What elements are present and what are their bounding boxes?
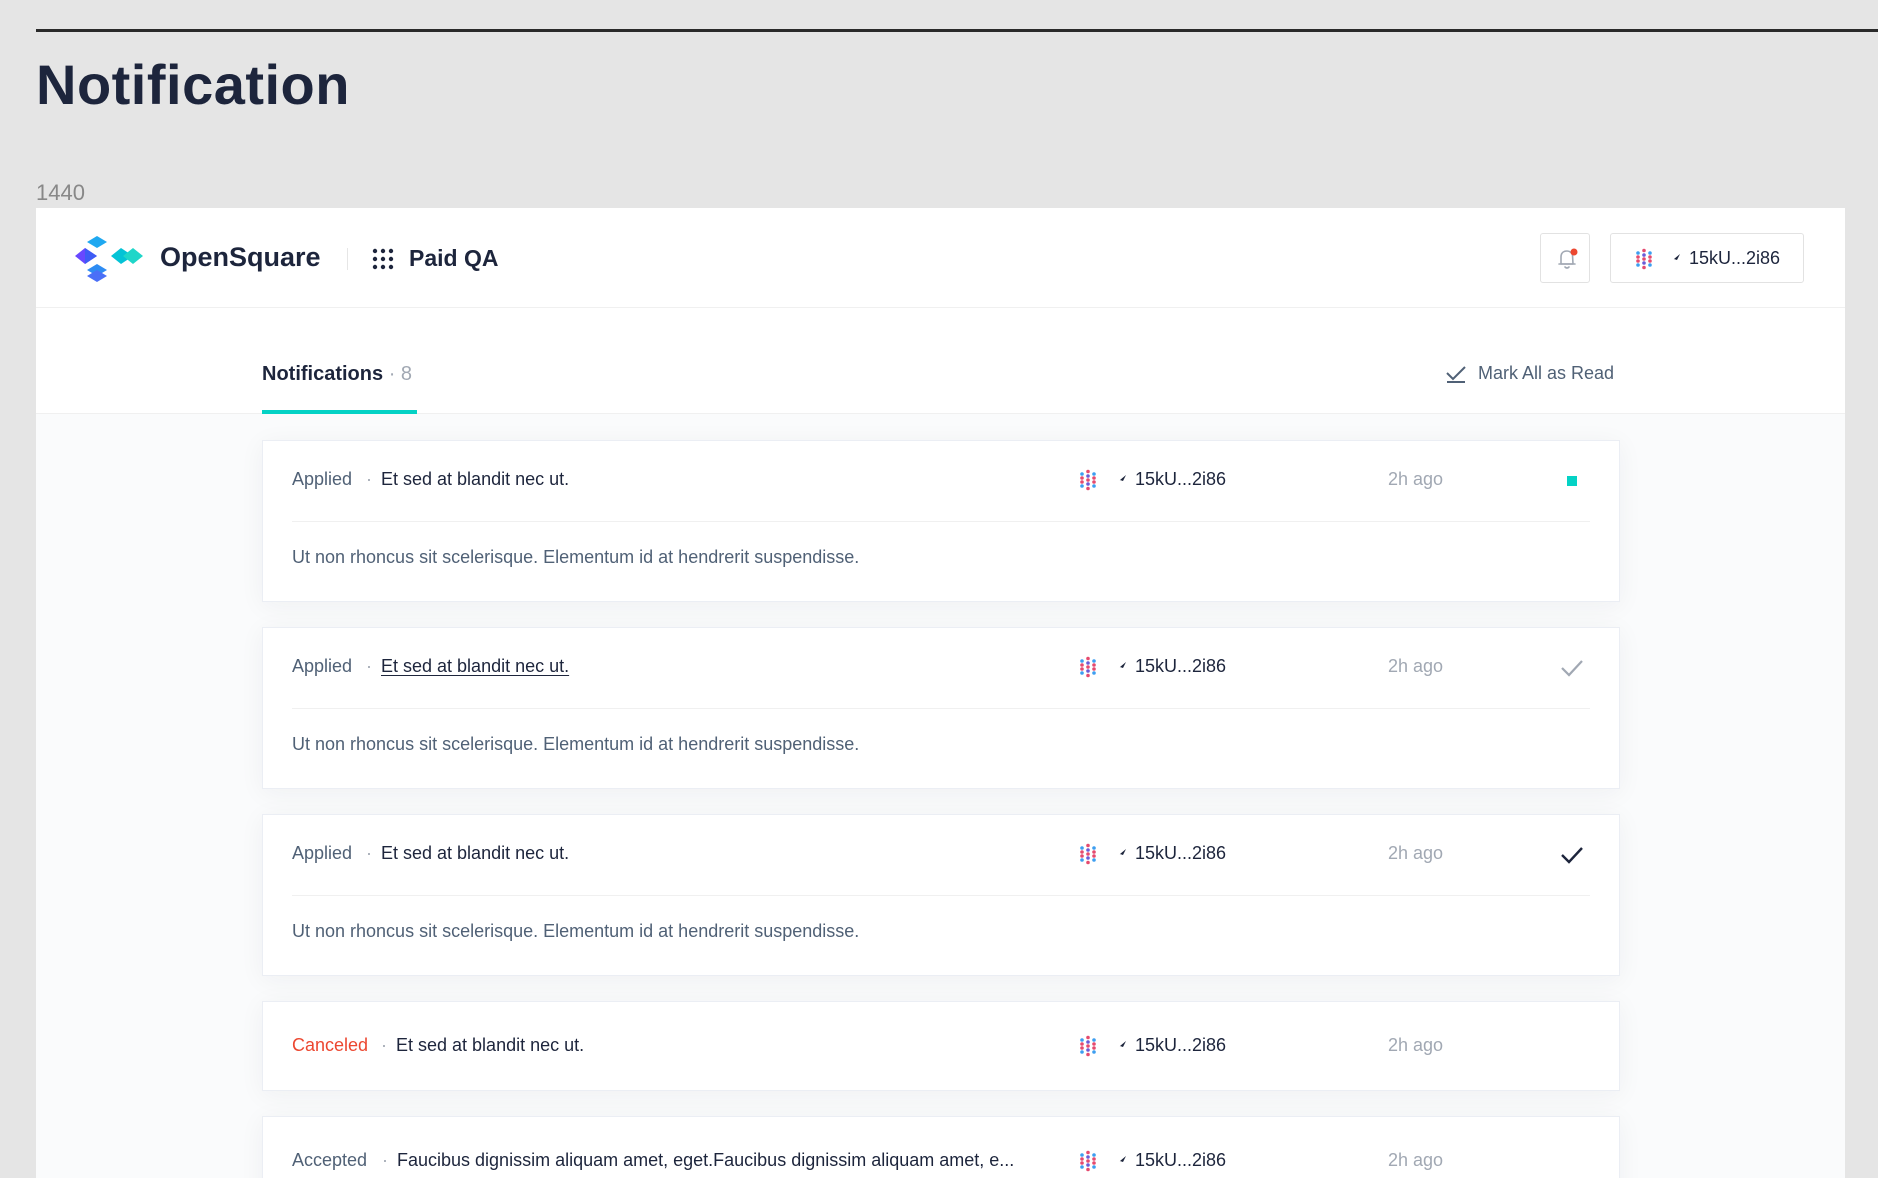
tab-count: · 8: [388, 363, 413, 385]
notification-time: 2h ago: [1388, 1035, 1444, 1055]
notification-body: Ut non rhoncus sit scelerisque. Elementu…: [292, 921, 860, 941]
card-divider: [292, 708, 1590, 709]
notification-address[interactable]: 15kU...2i86: [1135, 843, 1226, 864]
app-header: OpenSquare Paid QA 15kU...2i86: [36, 208, 1845, 308]
notification-title[interactable]: Et sed at blandit nec ut.: [381, 469, 569, 490]
notification-title[interactable]: Et sed at blandit nec ut.: [381, 656, 569, 677]
app-frame: OpenSquare Paid QA 15kU...2i86 Notificat…: [36, 208, 1845, 1178]
notification-card[interactable]: Applied · Et sed at blandit nec ut. 15kU…: [262, 814, 1620, 976]
notification-header-row: Applied · Et sed at blandit nec ut. 15kU…: [292, 815, 1590, 895]
card-divider: [292, 895, 1590, 896]
chain-arrow-icon: [1668, 254, 1680, 264]
chain-arrow-icon: [1114, 662, 1126, 672]
separator-dot: ·: [366, 656, 372, 676]
notification-status: Applied: [292, 656, 353, 676]
separator-dot: ·: [381, 1035, 387, 1055]
notification-card[interactable]: Applied · Et sed at blandit nec ut. 15kU…: [262, 440, 1620, 602]
notification-body: Ut non rhoncus sit scelerisque. Elementu…: [292, 734, 860, 754]
notification-card[interactable]: Canceled · Et sed at blandit nec ut. 15k…: [262, 1001, 1620, 1091]
account-button[interactable]: 15kU...2i86: [1610, 233, 1804, 283]
chain-arrow-icon: [1114, 1156, 1126, 1166]
notification-card[interactable]: Accepted · Faucibus dignissim aliquam am…: [262, 1116, 1620, 1178]
polkadot-avatar-icon: [1080, 1150, 1096, 1172]
notification-card[interactable]: Applied · Et sed at blandit nec ut. 15kU…: [262, 627, 1620, 789]
tab-bar: Notifications · 8 Mark All as Read: [36, 308, 1845, 414]
bell-icon: [1558, 248, 1578, 269]
notification-header-row: Canceled · Et sed at blandit nec ut. 15k…: [292, 1007, 1590, 1087]
tab-label: Notifications: [262, 363, 384, 385]
header-divider: [347, 248, 348, 270]
opensquare-logo[interactable]: [75, 234, 143, 282]
tab-notifications[interactable]: Notifications · 8: [262, 363, 412, 386]
separator-dot: ·: [382, 1150, 388, 1170]
tab-active-underline: [262, 410, 417, 414]
grid-dots-icon[interactable]: [372, 248, 394, 270]
notification-time: 2h ago: [1388, 1150, 1444, 1170]
polkadot-avatar-icon: [1080, 843, 1096, 865]
separator-dot: ·: [366, 843, 372, 863]
notification-address[interactable]: 15kU...2i86: [1135, 1035, 1226, 1056]
chain-arrow-icon: [1114, 849, 1126, 859]
notification-title[interactable]: Et sed at blandit nec ut.: [381, 843, 569, 864]
notification-status: Accepted: [292, 1150, 368, 1170]
notification-header-row: Applied · Et sed at blandit nec ut. 15kU…: [292, 628, 1590, 708]
chain-arrow-icon: [1114, 1041, 1126, 1051]
notification-address[interactable]: 15kU...2i86: [1135, 469, 1226, 490]
notification-bell-button[interactable]: [1540, 233, 1590, 283]
app-name[interactable]: Paid QA: [409, 245, 498, 272]
polkadot-avatar-icon: [1636, 248, 1652, 270]
frame-size-label: 1440: [36, 180, 85, 205]
notification-time: 2h ago: [1388, 469, 1444, 489]
polkadot-avatar-icon: [1080, 469, 1096, 491]
polkadot-avatar-icon: [1080, 1035, 1096, 1057]
notification-status: Applied: [292, 843, 353, 863]
notification-title[interactable]: Faucibus dignissim aliquam amet, eget.Fa…: [397, 1150, 1014, 1171]
mark-all-read-label: Mark All as Read: [1478, 363, 1615, 383]
notification-time: 2h ago: [1388, 843, 1444, 863]
notification-time: 2h ago: [1388, 656, 1444, 676]
notification-header-row: Accepted · Faucibus dignissim aliquam am…: [292, 1122, 1590, 1178]
page-heading: Notification: [36, 53, 350, 116]
brand-name[interactable]: OpenSquare: [160, 242, 321, 273]
notification-title[interactable]: Et sed at blandit nec ut.: [396, 1035, 584, 1056]
notification-header-row: Applied · Et sed at blandit nec ut. 15kU…: [292, 441, 1590, 521]
card-divider: [292, 521, 1590, 522]
mark-all-read-button[interactable]: Mark All as Read: [1446, 363, 1614, 384]
check-icon: [1446, 365, 1466, 383]
polkadot-avatar-icon: [1080, 656, 1096, 678]
notification-status: Applied: [292, 469, 353, 489]
chain-arrow-icon: [1114, 475, 1126, 485]
notification-status: Canceled: [292, 1035, 369, 1055]
check-icon[interactable]: [1560, 658, 1584, 678]
separator-dot: ·: [366, 469, 372, 489]
notification-address[interactable]: 15kU...2i86: [1135, 656, 1226, 677]
check-icon[interactable]: [1560, 845, 1584, 865]
notification-address[interactable]: 15kU...2i86: [1135, 1150, 1226, 1171]
top-rule: [36, 29, 1878, 32]
unread-indicator[interactable]: [1567, 476, 1577, 486]
account-address: 15kU...2i86: [1689, 248, 1781, 268]
notification-body: Ut non rhoncus sit scelerisque. Elementu…: [292, 547, 860, 567]
